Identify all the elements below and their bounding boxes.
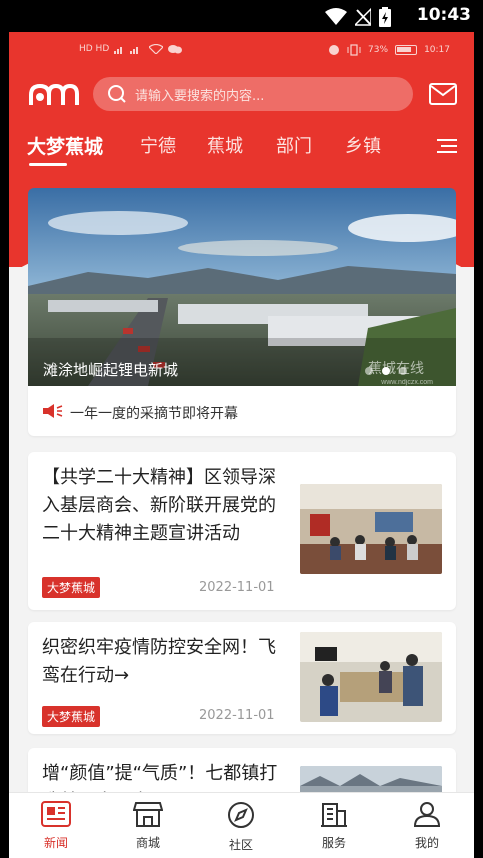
news-thumbnail — [300, 632, 442, 722]
wifi-icon — [325, 8, 347, 25]
news-icon — [41, 801, 71, 827]
speaker-icon — [43, 404, 63, 418]
screen: 10:43 HD HD 73% 10:17 请输入要搜索的内容... 大梦蕉城 … — [0, 0, 483, 858]
carousel-dots — [365, 367, 407, 375]
search-bar[interactable]: 请输入要搜索的内容... — [93, 77, 413, 111]
news-date: 2022-11-01 — [199, 708, 275, 723]
carousel-dot[interactable] — [365, 367, 373, 375]
battery-icon — [395, 45, 418, 55]
news-thumbnail — [300, 484, 442, 574]
news-date: 2022-11-01 — [199, 580, 275, 595]
compass-icon — [228, 802, 254, 828]
tab-jiaocheng[interactable]: 蕉城 — [207, 132, 243, 158]
system-time: 10:43 — [416, 5, 471, 25]
banner-image: 蕉城在线 www.ndjczx.com — [28, 188, 456, 386]
nav-label: 新闻 — [43, 836, 68, 850]
carousel-dot-active[interactable] — [382, 367, 390, 375]
tab-dameng-jiaocheng[interactable]: 大梦蕉城 — [27, 132, 103, 159]
nav-mine[interactable]: 我的 — [397, 801, 457, 851]
nav-news[interactable]: 新闻 — [26, 801, 86, 851]
battery-charging-icon — [379, 7, 391, 27]
nav-shop[interactable]: 商城 — [118, 801, 178, 851]
news-tag: 大梦蕉城 — [42, 577, 101, 598]
tab-menu-icon[interactable] — [437, 138, 457, 154]
tab-active-indicator — [29, 163, 67, 166]
news-card[interactable]: 织密织牢疫情防控安全网！飞鸾在行动→ 大梦蕉城 2022-11-01 — [28, 622, 456, 734]
hd-badge: HD HD — [79, 44, 110, 54]
signal-icon — [114, 47, 139, 54]
inner-status-bar: HD HD 73% 10:17 — [9, 42, 474, 64]
building-icon — [321, 803, 347, 827]
tab-xiangzhen[interactable]: 乡镇 — [345, 132, 381, 158]
news-title: 织密织牢疫情防控安全网！飞鸾在行动→ — [42, 637, 276, 686]
nav-label: 服务 — [321, 836, 346, 850]
user-icon — [413, 802, 441, 827]
notice-bar[interactable]: 一年一度的采摘节即将开幕 — [28, 386, 456, 436]
inner-status-left: HD HD — [79, 44, 183, 54]
battery-percent: 73% — [368, 45, 389, 55]
nav-service[interactable]: 服务 — [304, 801, 364, 851]
nav-community[interactable]: 社区 — [211, 801, 271, 853]
inner-time: 10:17 — [424, 45, 450, 55]
nav-label: 社区 — [228, 838, 253, 852]
wifi-small-icon — [149, 44, 164, 54]
news-card[interactable]: 【共学二十大精神】区领导深入基层商会、新阶联开展党的二十大精神主题宣讲活动 大梦… — [28, 452, 456, 610]
system-icons — [325, 7, 391, 27]
banner-watermark-url: www.ndjczx.com — [380, 379, 433, 386]
top-bar: 请输入要搜索的内容... — [9, 77, 474, 113]
alarm-icon — [329, 45, 340, 55]
tab-bumen[interactable]: 部门 — [276, 132, 312, 158]
nav-label: 商城 — [135, 836, 160, 850]
news-title: 【共学二十大精神】区领导深入基层商会、新阶联开展党的二十大精神主题宣讲活动 — [42, 467, 276, 544]
search-icon — [108, 85, 126, 103]
mail-icon[interactable] — [429, 83, 457, 105]
news-tag: 大梦蕉城 — [42, 706, 101, 727]
tab-ningde[interactable]: 宁德 — [140, 132, 176, 158]
inner-status-right: 73% 10:17 — [328, 44, 450, 56]
shop-icon — [132, 802, 164, 827]
device-frame-right — [474, 32, 483, 858]
chat-icon — [168, 45, 183, 54]
bottom-navigation: 新闻 商城 社区 服务 我的 — [9, 792, 474, 858]
banner-caption: 滩涂地崛起锂电新城 — [43, 361, 179, 379]
search-placeholder: 请输入要搜索的内容... — [135, 88, 265, 104]
no-signal-icon — [355, 8, 371, 26]
banner-carousel[interactable]: 蕉城在线 www.ndjczx.com — [28, 188, 456, 386]
carousel-dot[interactable] — [399, 367, 407, 375]
app-logo-icon[interactable] — [27, 79, 79, 109]
system-status-bar: 10:43 — [0, 0, 483, 32]
notice-text: 一年一度的采摘节即将开幕 — [70, 406, 238, 422]
category-tabs: 大梦蕉城 宁德 蕉城 部门 乡镇 — [9, 132, 474, 172]
app-viewport: HD HD 73% 10:17 请输入要搜索的内容... 大梦蕉城 宁德 蕉城 … — [9, 32, 474, 858]
nav-label: 我的 — [414, 836, 439, 850]
device-frame-left — [0, 32, 9, 858]
vibrate-icon — [347, 44, 361, 56]
